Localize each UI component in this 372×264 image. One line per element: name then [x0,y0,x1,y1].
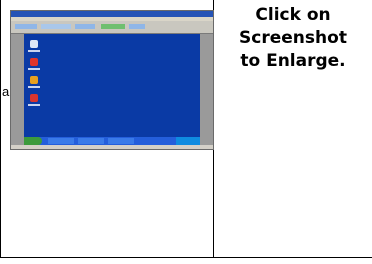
enlarge-caption: Click on Screenshot to Enlarge. [214,4,372,73]
caption-line: to Enlarge. [240,51,346,71]
frame-left-border [0,0,1,258]
desktop-icon-label [28,68,40,70]
thumb-toolbar-item [41,24,71,29]
thumb-toolbar-item [129,24,145,29]
screenshot-thumbnail[interactable] [10,10,214,150]
thumb-left-margin [11,34,24,149]
thumb-toolbar-item [101,24,125,29]
thumb-toolbar-item [15,24,37,29]
desktop-icon-label [28,86,40,88]
thumb-statusbar [11,145,213,149]
desktop-icon [30,94,38,102]
caption-line: Screenshot [239,28,347,48]
thumb-taskbar [24,137,200,145]
thumb-task-item [48,138,74,144]
frame-bottom-border [0,257,372,258]
thumb-right-margin [200,34,213,149]
desktop-icon [30,58,38,66]
thumb-start-button [24,137,42,145]
thumb-system-tray [176,137,200,145]
thumb-task-item [108,138,134,144]
desktop-icon [30,76,38,84]
desktop-icon [30,40,38,48]
thumb-desktop [24,34,200,141]
cut-off-text: a [2,84,10,99]
desktop-icon-label [28,50,40,52]
thumb-toolbar [11,21,213,34]
caption-line: Click on [255,5,331,25]
thumb-toolbar-item [75,24,95,29]
desktop-icon-label [28,104,40,106]
thumb-task-item [78,138,104,144]
